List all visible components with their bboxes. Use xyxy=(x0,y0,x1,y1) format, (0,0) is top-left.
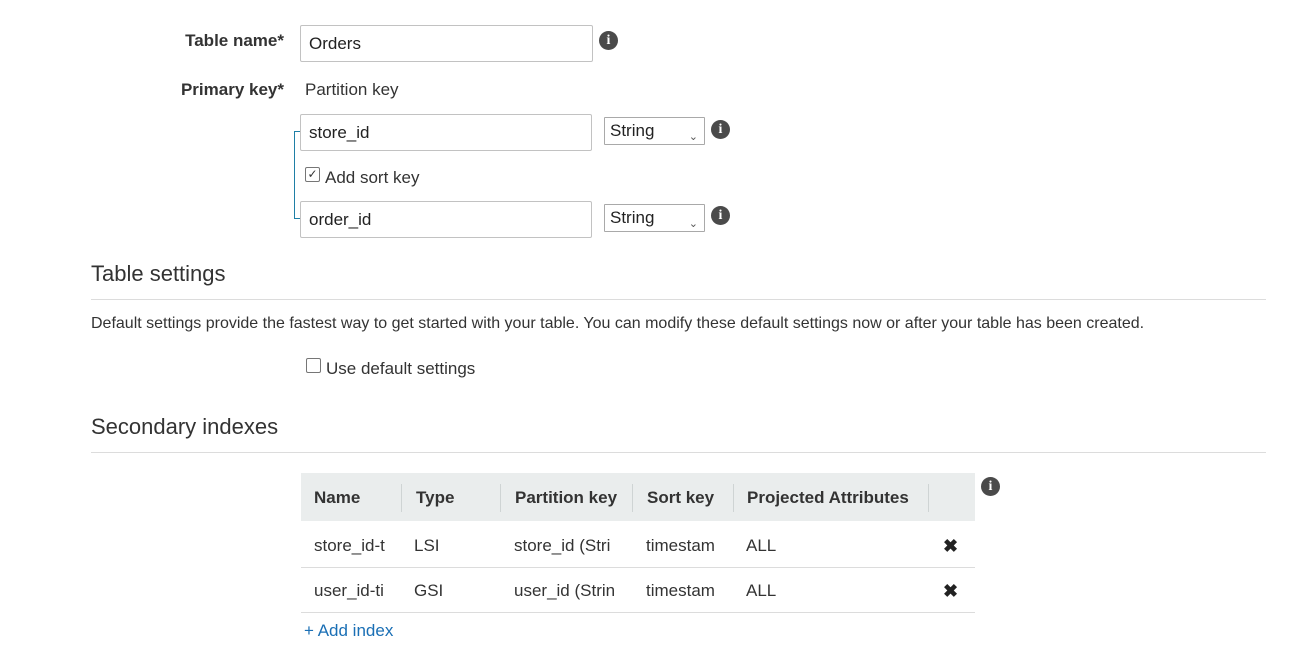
sort-key-type-value: String xyxy=(610,208,655,227)
add-sort-key-checkbox[interactable]: ✓ xyxy=(305,167,320,182)
partition-key-label: Partition key xyxy=(305,80,399,99)
index-projected-cell: ALL xyxy=(746,581,777,600)
table-settings-title: Table settings xyxy=(91,261,226,286)
index-name-cell: store_id-t xyxy=(314,536,385,555)
add-sort-key-label: Add sort key xyxy=(325,168,420,187)
table-name-label: Table name* xyxy=(185,31,284,50)
info-icon[interactable]: i xyxy=(981,477,1000,496)
partition-key-type-value: String xyxy=(610,121,655,140)
column-header-partition-key: Partition key xyxy=(515,488,618,507)
divider xyxy=(91,299,1266,300)
add-index-link[interactable]: + Add index xyxy=(304,621,393,641)
close-icon[interactable]: ✖ xyxy=(943,581,958,602)
column-divider xyxy=(733,484,734,512)
index-sort-key-cell: timestam xyxy=(646,536,715,555)
use-default-settings-label: Use default settings xyxy=(326,359,476,378)
secondary-indexes-title: Secondary indexes xyxy=(91,414,279,439)
chevron-down-icon: ⌄ xyxy=(688,218,698,230)
close-icon[interactable]: ✖ xyxy=(943,536,958,557)
column-header-sort-key: Sort key xyxy=(647,488,715,507)
sort-key-type-select[interactable]: String ⌄ xyxy=(604,204,705,232)
partition-key-input[interactable] xyxy=(300,114,592,151)
index-projected-cell: ALL xyxy=(746,536,777,555)
divider xyxy=(91,452,1266,453)
column-header-name: Name xyxy=(314,488,361,507)
column-divider xyxy=(500,484,501,512)
sort-key-input[interactable] xyxy=(300,201,592,238)
column-header-type: Type xyxy=(416,488,455,507)
info-icon[interactable]: i xyxy=(711,206,730,225)
column-header-projected-attributes: Projected Attributes xyxy=(747,488,909,507)
column-divider xyxy=(401,484,402,512)
column-divider xyxy=(928,484,929,512)
row-divider xyxy=(301,567,975,568)
column-divider xyxy=(632,484,633,512)
table-name-input[interactable] xyxy=(300,25,593,62)
index-type-cell: GSI xyxy=(414,581,444,600)
row-divider xyxy=(301,612,975,613)
index-partition-key-cell: store_id (Stri xyxy=(514,536,611,555)
index-type-cell: LSI xyxy=(414,536,440,555)
primary-key-label: Primary key* xyxy=(180,80,284,99)
table-settings-description: Default settings provide the fastest way… xyxy=(91,315,1145,332)
index-name-cell: user_id-ti xyxy=(314,581,384,600)
index-sort-key-cell: timestam xyxy=(646,581,715,600)
chevron-down-icon: ⌄ xyxy=(688,131,698,143)
info-icon[interactable]: i xyxy=(599,31,618,50)
index-partition-key-cell: user_id (Strin xyxy=(514,581,616,600)
partition-key-type-select[interactable]: String ⌄ xyxy=(604,117,705,145)
info-icon[interactable]: i xyxy=(711,120,730,139)
use-default-settings-checkbox[interactable] xyxy=(306,358,321,373)
